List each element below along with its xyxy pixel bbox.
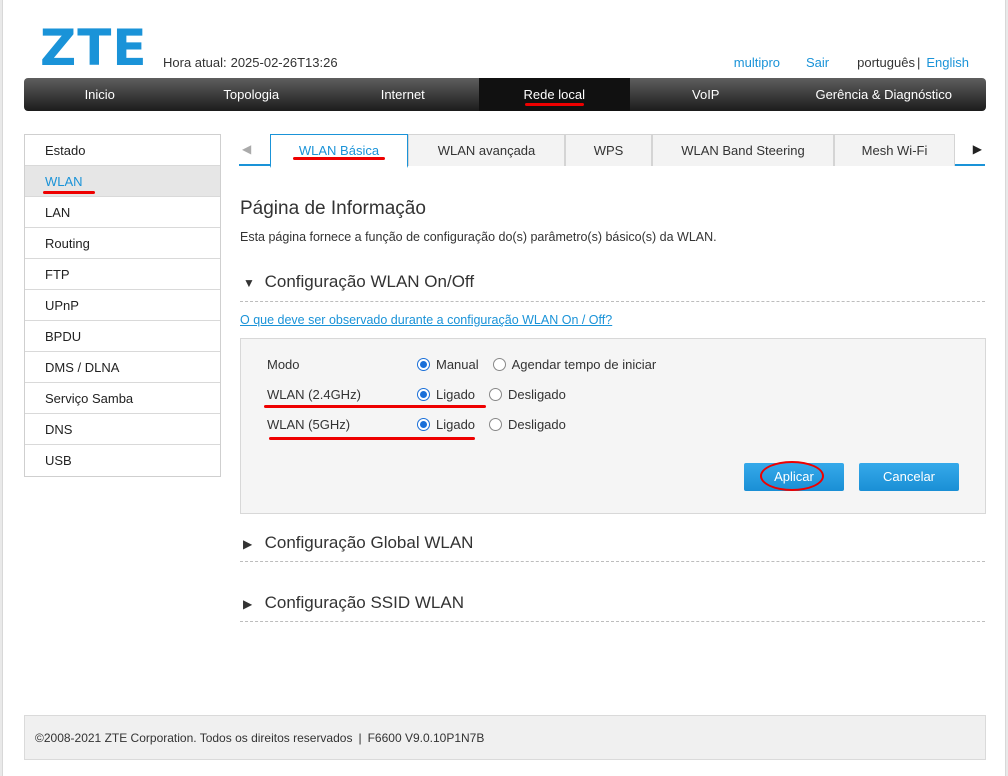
zte-logo: ZTE [40, 19, 148, 77]
section-global-wlan-header[interactable]: ▶ Configuração Global WLAN [240, 533, 985, 562]
language-english-link[interactable]: English [926, 55, 969, 70]
sidebar-item-bpdu[interactable]: BPDU [25, 321, 220, 352]
nav-gerencia-diagnostico[interactable]: Gerência & Diagnóstico [782, 78, 987, 111]
apply-button[interactable]: Aplicar [744, 461, 844, 491]
main-nav: Inicio Topologia Internet Rede local VoI… [24, 78, 986, 111]
logout-link[interactable]: Sair [806, 55, 829, 70]
wlan5-off-option[interactable]: Desligado [489, 417, 566, 432]
sidebar-item-usb[interactable]: USB [25, 445, 220, 476]
section-wlan-onoff-header[interactable]: ▼ Configuração WLAN On/Off [240, 272, 985, 302]
wlan-onoff-form: Modo Manual Agendar tempo de iniciar WLA… [240, 338, 986, 514]
wlan5-on-label: Ligado [436, 416, 476, 432]
sidebar-item-dns[interactable]: DNS [25, 414, 220, 445]
sidebar-item-dms-dlna[interactable]: DMS / DLNA [25, 352, 220, 383]
collapsed-triangle-icon: ▶ [243, 597, 253, 611]
wlan24-row: WLAN (2.4GHz) Ligado Desligado [267, 384, 580, 404]
cancel-button[interactable]: Cancelar [859, 463, 959, 491]
mode-schedule-option[interactable]: Agendar tempo de iniciar [492, 356, 657, 372]
sidebar-item-lan[interactable]: LAN [25, 197, 220, 228]
section-title: Configuração Global WLAN [264, 533, 474, 552]
wlan5-off-label: Desligado [508, 416, 566, 432]
sidebar-item-estado[interactable]: Estado [25, 135, 220, 166]
nav-internet[interactable]: Internet [327, 78, 479, 111]
wlan24-off-option[interactable]: Desligado [489, 387, 566, 402]
language-current: português [857, 55, 915, 70]
nav-rede-local[interactable]: Rede local [478, 78, 630, 111]
tab-wlan-basica[interactable]: WLAN Básica [270, 134, 408, 168]
wlan24-label: WLAN (2.4GHz) [267, 386, 361, 402]
tab-bar: ◀ WLAN Básica WLAN avançada WPS WLAN Ban… [239, 134, 985, 168]
sidebar-item-routing[interactable]: Routing [25, 228, 220, 259]
tabs: WLAN Básica WLAN avançada WPS WLAN Band … [270, 134, 955, 168]
language-separator: | [916, 55, 921, 70]
mode-row: Modo Manual Agendar tempo de iniciar [267, 354, 670, 374]
footer-separator: | [358, 731, 362, 745]
tab-wlan-avancada[interactable]: WLAN avançada [408, 134, 565, 166]
annotation-underline-wlan5 [269, 437, 475, 440]
current-time: Hora atual: 2025-02-26T13:26 [163, 55, 338, 70]
section-ssid-wlan-header[interactable]: ▶ Configuração SSID WLAN [240, 593, 985, 622]
sidebar-item-upnp[interactable]: UPnP [25, 290, 220, 321]
sidebar: Estado WLAN LAN Routing FTP UPnP BPDU DM… [24, 134, 221, 477]
tab-wps[interactable]: WPS [565, 134, 652, 166]
tab-prev-arrow-icon[interactable]: ◀ [242, 142, 251, 156]
page: ZTE Hora atual: 2025-02-26T13:26 multipro… [2, 0, 1006, 776]
expanded-triangle-icon: ▼ [243, 276, 255, 290]
section-title: Configuração SSID WLAN [264, 593, 464, 612]
tab-mesh-wifi[interactable]: Mesh Wi-Fi [834, 134, 955, 166]
annotation-circle-apply [760, 461, 824, 491]
nav-voip[interactable]: VoIP [630, 78, 782, 111]
wlan5-row: WLAN (5GHz) Ligado Desligado [267, 414, 580, 434]
mode-manual-label: Manual [436, 356, 479, 372]
wlan5-label: WLAN (5GHz) [267, 416, 351, 432]
wlan5-on-radio[interactable] [417, 417, 430, 431]
sidebar-item-samba[interactable]: Serviço Samba [25, 383, 220, 414]
user-link[interactable]: multipro [734, 55, 780, 70]
mode-schedule-radio[interactable] [492, 357, 506, 371]
tab-next-arrow-icon[interactable]: ▶ [973, 142, 982, 156]
page-description: Esta página fornece a função de configur… [240, 230, 717, 244]
collapsed-triangle-icon: ▶ [243, 537, 253, 551]
wlan24-on-option[interactable]: Ligado [417, 387, 475, 402]
copyright-text: ©2008-2021 ZTE Corporation. Todos os dir… [35, 731, 353, 745]
wlan5-on-option[interactable]: Ligado [417, 417, 475, 432]
mode-label: Modo [267, 356, 300, 372]
section-title: Configuração WLAN On/Off [264, 272, 475, 291]
page-title: Página de Informação [240, 198, 426, 219]
wlan24-off-radio[interactable] [489, 387, 503, 401]
annotation-underline-wlan24 [264, 405, 486, 408]
nav-inicio[interactable]: Inicio [24, 78, 176, 111]
firmware-version: F6600 V9.0.10P1N7B [367, 731, 485, 745]
wlan5-off-radio[interactable] [489, 417, 503, 431]
mode-manual-radio[interactable] [417, 357, 430, 371]
sidebar-item-wlan[interactable]: WLAN [25, 166, 220, 197]
mode-schedule-label: Agendar tempo de iniciar [511, 356, 657, 372]
top-links: multipro Sair português | English [734, 55, 969, 70]
sidebar-item-ftp[interactable]: FTP [25, 259, 220, 290]
clock-label: Hora atual: [163, 55, 227, 70]
help-link[interactable]: O que deve ser observado durante a confi… [240, 313, 612, 327]
wlan24-on-label: Ligado [436, 386, 476, 402]
wlan24-on-radio[interactable] [417, 387, 430, 401]
footer: ©2008-2021 ZTE Corporation. Todos os dir… [24, 715, 986, 760]
nav-topologia[interactable]: Topologia [176, 78, 328, 111]
mode-manual-option[interactable]: Manual [417, 357, 479, 372]
tab-wlan-band-steering[interactable]: WLAN Band Steering [652, 134, 834, 166]
clock-value: 2025-02-26T13:26 [230, 55, 338, 70]
wlan24-off-label: Desligado [508, 386, 566, 402]
